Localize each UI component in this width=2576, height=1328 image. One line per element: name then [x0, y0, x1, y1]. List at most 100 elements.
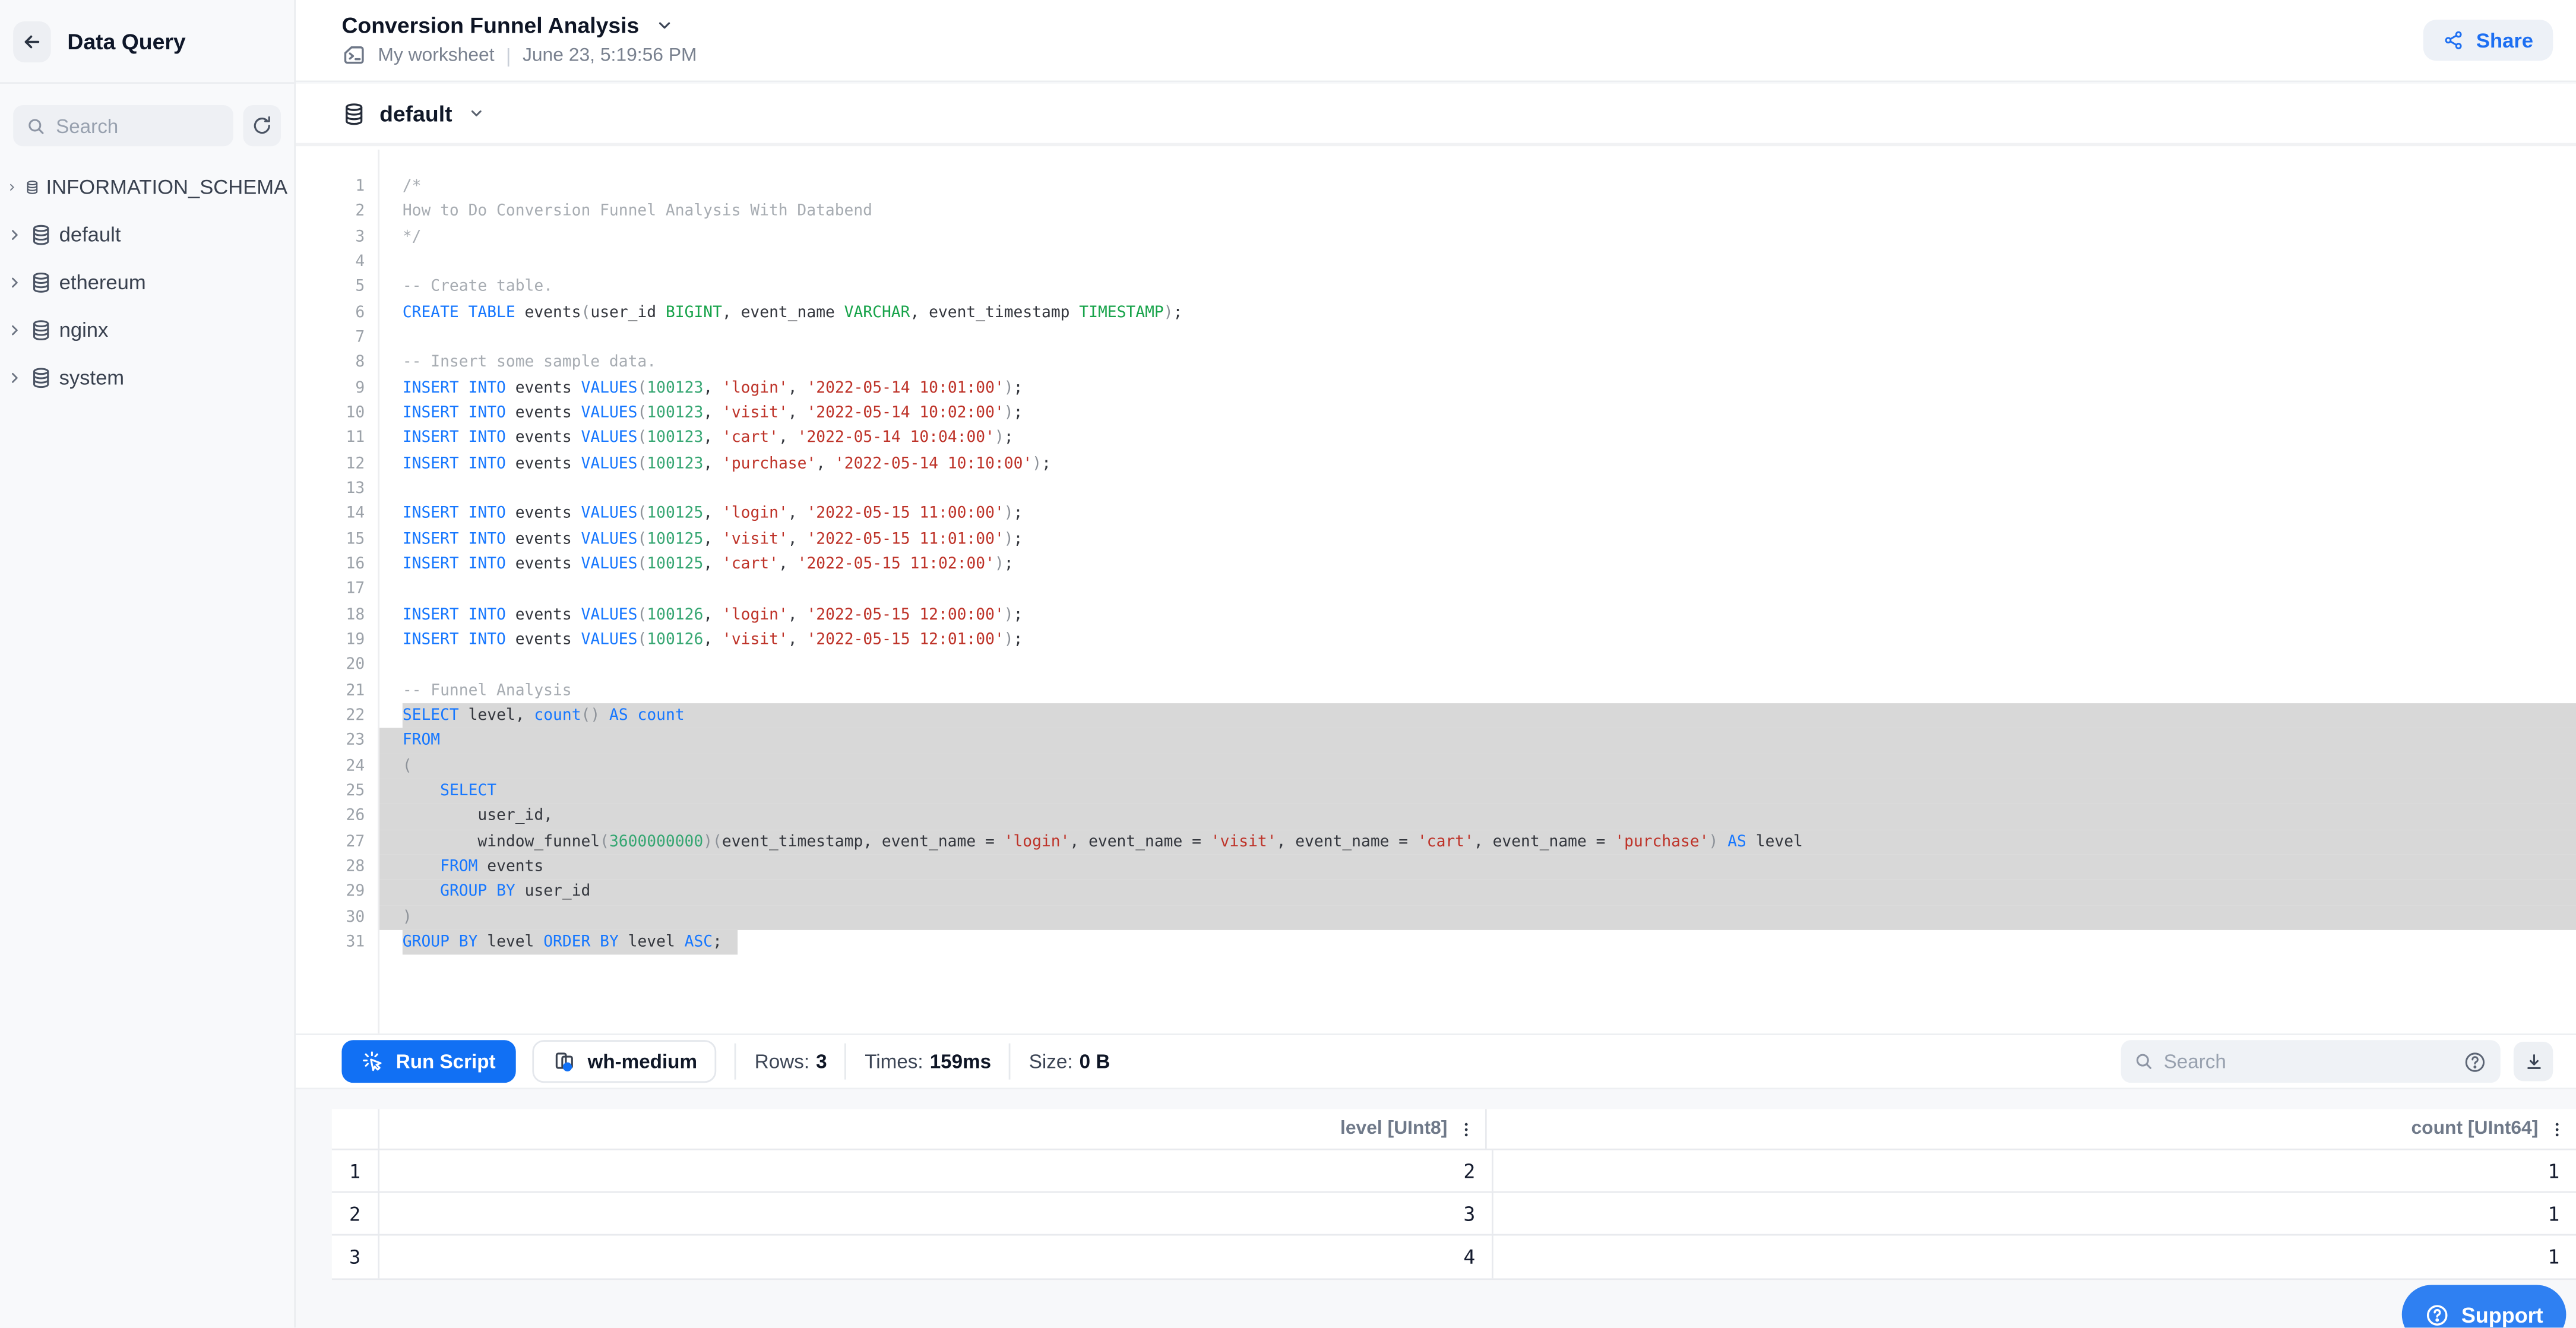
- line-number: 21: [296, 678, 378, 703]
- run-script-button[interactable]: Run Script: [341, 1040, 515, 1083]
- code-line-27[interactable]: 27 window_funnel(3600000000)(event_times…: [296, 829, 2576, 854]
- code-text: [378, 249, 2576, 274]
- chevron-right-icon: [7, 178, 17, 195]
- gutter-divider: [378, 150, 379, 1033]
- code-text: window_funnel(3600000000)(event_timestam…: [378, 829, 2576, 854]
- code-text: SELECT: [378, 779, 2576, 804]
- chevron-down-icon: [469, 105, 485, 122]
- database-label: system: [59, 366, 125, 389]
- code-line-26[interactable]: 26 user_id,: [296, 804, 2576, 829]
- code-text: user_id,: [378, 804, 2576, 829]
- sidebar: Data Query Search INFORMATION_SCHEMAdefa…: [0, 0, 296, 1327]
- code-line-30[interactable]: 30): [296, 905, 2576, 929]
- code-text: CREATE TABLE events(user_id BIGINT, even…: [378, 300, 2576, 325]
- code-line-6[interactable]: 6CREATE TABLE events(user_id BIGINT, eve…: [296, 300, 2576, 325]
- worksheet-title: Conversion Funnel Analysis: [341, 13, 639, 37]
- chevron-right-icon: [7, 226, 23, 242]
- stat-rows: Rows:3: [755, 1050, 827, 1073]
- table-row[interactable]: 121: [332, 1150, 2576, 1193]
- back-button[interactable]: [13, 21, 51, 62]
- code-line-20[interactable]: 20: [296, 653, 2576, 678]
- sidebar-item-ethereum[interactable]: ethereum: [0, 258, 294, 305]
- code-line-7[interactable]: 7: [296, 325, 2576, 350]
- line-number: 23: [296, 728, 378, 753]
- row-number-cell: 1: [332, 1150, 379, 1192]
- code-line-17[interactable]: 17: [296, 577, 2576, 602]
- code-line-24[interactable]: 24(: [296, 754, 2576, 779]
- database-icon: [30, 270, 53, 293]
- code-line-16[interactable]: 16INSERT INTO events VALUES(100125, 'car…: [296, 552, 2576, 577]
- code-text: How to Do Conversion Funnel Analysis Wit…: [378, 200, 2576, 225]
- warehouse-button[interactable]: wh-medium: [531, 1040, 717, 1083]
- download-button[interactable]: [2514, 1042, 2553, 1081]
- count-cell[interactable]: 1: [1493, 1237, 2576, 1278]
- code-line-5[interactable]: 5-- Create table.: [296, 275, 2576, 300]
- level-cell[interactable]: 4: [379, 1237, 1493, 1278]
- code-text: INSERT INTO events VALUES(100126, 'login…: [378, 602, 2576, 627]
- results-search-input[interactable]: Search: [2121, 1040, 2501, 1083]
- sidebar-item-system[interactable]: system: [0, 353, 294, 401]
- sql-editor[interactable]: 1/*2How to Do Conversion Funnel Analysis…: [296, 150, 2576, 1033]
- stat-times: Times:159ms: [865, 1050, 991, 1073]
- code-line-14[interactable]: 14INSERT INTO events VALUES(100125, 'log…: [296, 502, 2576, 527]
- line-number: 2: [296, 200, 378, 225]
- column-header-count[interactable]: count [UInt64]: [1487, 1109, 2576, 1148]
- code-line-1[interactable]: 1/*: [296, 174, 2576, 199]
- code-line-29[interactable]: 29 GROUP BY user_id: [296, 880, 2576, 905]
- column-header-level[interactable]: level [UInt8]: [379, 1109, 1487, 1148]
- code-line-4[interactable]: 4: [296, 249, 2576, 274]
- code-line-9[interactable]: 9INSERT INTO events VALUES(100123, 'logi…: [296, 376, 2576, 401]
- code-line-22[interactable]: 22SELECT level, count() AS count: [296, 703, 2576, 728]
- kebab-menu-icon[interactable]: [2548, 1120, 2566, 1137]
- refresh-button[interactable]: [243, 105, 281, 146]
- level-cell[interactable]: 3: [379, 1193, 1493, 1235]
- database-icon: [30, 366, 53, 389]
- code-line-21[interactable]: 21-- Funnel Analysis: [296, 678, 2576, 703]
- count-cell[interactable]: 1: [1493, 1193, 2576, 1235]
- code-line-8[interactable]: 8-- Insert some sample data.: [296, 350, 2576, 375]
- sidebar-item-default[interactable]: default: [0, 210, 294, 258]
- code-text: INSERT INTO events VALUES(100123, 'visit…: [378, 401, 2576, 426]
- code-line-18[interactable]: 18INSERT INTO events VALUES(100126, 'log…: [296, 602, 2576, 627]
- sidebar-search-input[interactable]: Search: [13, 105, 233, 146]
- code-line-19[interactable]: 19INSERT INTO events VALUES(100126, 'vis…: [296, 628, 2576, 653]
- code-line-10[interactable]: 10INSERT INTO events VALUES(100123, 'vis…: [296, 401, 2576, 426]
- count-cell[interactable]: 1: [1493, 1150, 2576, 1192]
- database-icon: [30, 318, 53, 341]
- chevron-down-icon[interactable]: [656, 17, 673, 34]
- code-line-12[interactable]: 12INSERT INTO events VALUES(100123, 'pur…: [296, 451, 2576, 476]
- line-number: 27: [296, 829, 378, 854]
- sidebar-item-nginx[interactable]: nginx: [0, 306, 294, 353]
- code-line-31[interactable]: 31GROUP BY level ORDER BY level ASC;: [296, 929, 2576, 954]
- code-line-11[interactable]: 11INSERT INTO events VALUES(100123, 'car…: [296, 426, 2576, 451]
- database-label: ethereum: [59, 270, 146, 293]
- kebab-menu-icon[interactable]: [1457, 1120, 1475, 1137]
- code-line-13[interactable]: 13: [296, 476, 2576, 501]
- worksheet-meta: My worksheet | June 23, 5:19:56 PM: [341, 43, 697, 67]
- sidebar-item-information_schema[interactable]: INFORMATION_SCHEMA: [0, 163, 294, 210]
- code-text: GROUP BY level ORDER BY level ASC;: [378, 929, 2576, 954]
- table-row[interactable]: 341: [332, 1237, 2576, 1279]
- code-line-23[interactable]: 23FROM: [296, 728, 2576, 753]
- warehouse-name: wh-medium: [588, 1050, 697, 1073]
- table-row[interactable]: 231: [332, 1193, 2576, 1236]
- help-icon[interactable]: [2463, 1049, 2487, 1073]
- code-line-25[interactable]: 25 SELECT: [296, 779, 2576, 804]
- level-cell[interactable]: 2: [379, 1150, 1493, 1192]
- database-selector[interactable]: default: [296, 84, 2576, 146]
- app-window: Data Query Search INFORMATION_SCHEMAdefa…: [0, 0, 2576, 1327]
- code-text: INSERT INTO events VALUES(100125, 'visit…: [378, 527, 2576, 552]
- code-line-28[interactable]: 28 FROM events: [296, 854, 2576, 879]
- line-number: 16: [296, 552, 378, 577]
- support-button[interactable]: Support: [2402, 1285, 2566, 1327]
- share-button[interactable]: Share: [2423, 20, 2553, 61]
- database-label: nginx: [59, 318, 109, 341]
- worksheet-name[interactable]: My worksheet: [378, 45, 494, 65]
- search-icon: [2134, 1052, 2154, 1071]
- column-label: level [UInt8]: [1340, 1119, 1447, 1139]
- code-line-2[interactable]: 2How to Do Conversion Funnel Analysis Wi…: [296, 200, 2576, 225]
- code-text: -- Funnel Analysis: [378, 678, 2576, 703]
- line-number: 30: [296, 905, 378, 929]
- code-line-3[interactable]: 3*/: [296, 225, 2576, 249]
- code-line-15[interactable]: 15INSERT INTO events VALUES(100125, 'vis…: [296, 527, 2576, 552]
